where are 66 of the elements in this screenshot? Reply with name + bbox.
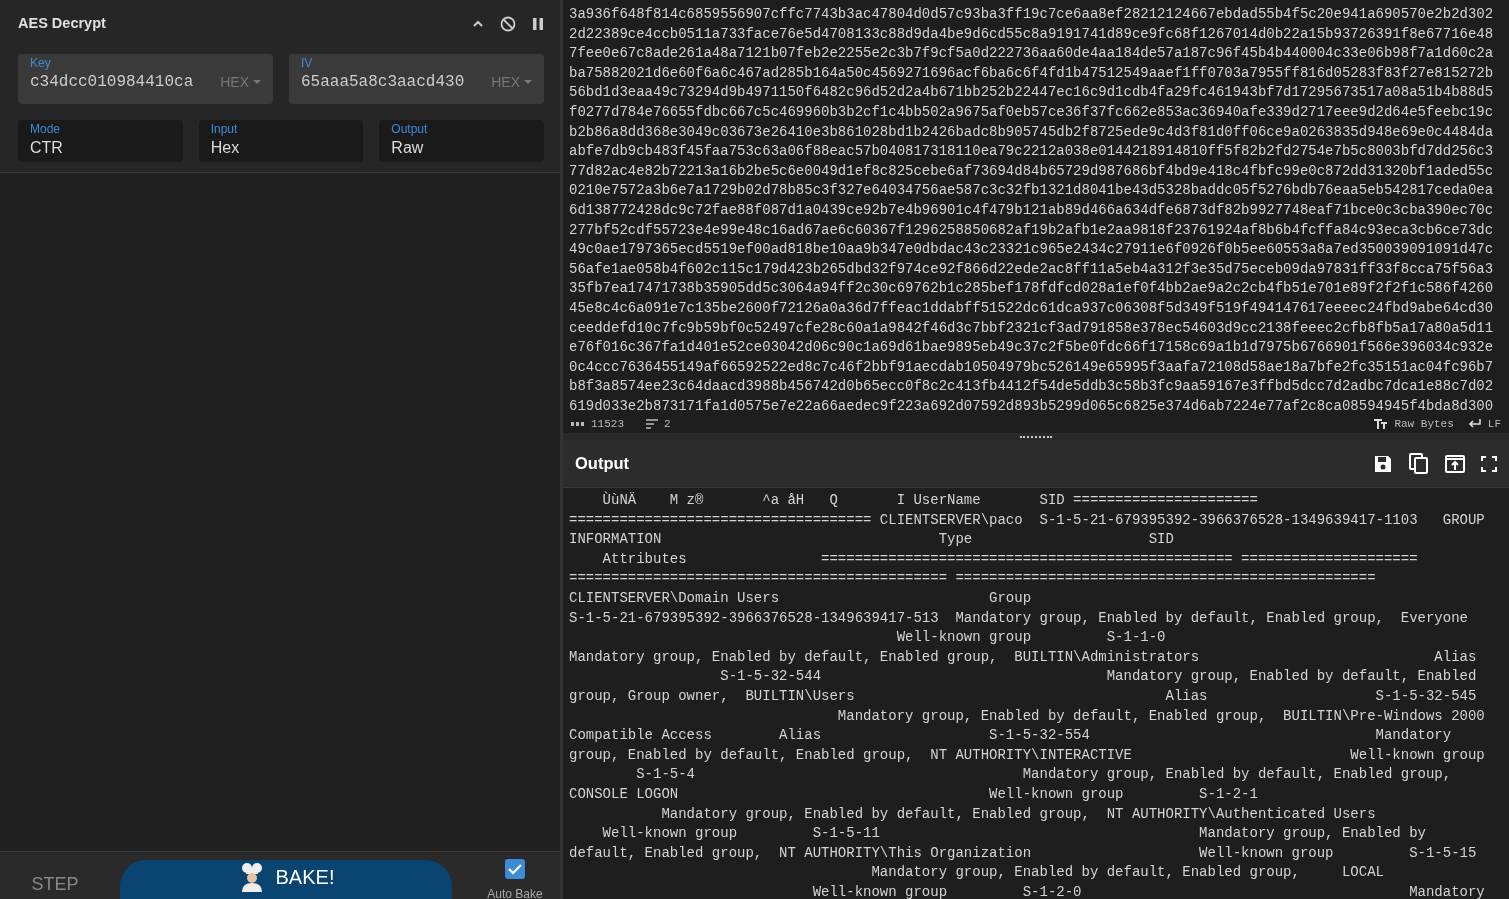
output-line: Mandatory group, Enabled by default, Enabled group, BUILTIN\Pre-Windows 2000 bbox=[836, 706, 1486, 726]
output-line: default, Enabled group, NT AUTHORITY\This Organization Well-known group S-1-5-15 bbox=[569, 843, 1478, 863]
auto-bake-label: Auto Bake bbox=[487, 885, 543, 899]
input-line: 35fb7ea17471738b35905dd5c3064a94ff2c30c69762b1c285bef178fdfcd028a1ef0f4bb2ae9a2c2cb4fb51e701e89f2f2f1c586f4260 bbox=[569, 279, 1495, 299]
input-line: b2b86a8dd368e3049c03673e26410e3b861028bd1b2426badc8b905745db2f8725ede9c4d3f81d0ff06ce9a0263835d948e69e0c4484da bbox=[569, 122, 1495, 142]
toggle-field[interactable]: IV 65aaa5a8c3aacd430 HEX bbox=[289, 54, 544, 104]
input-line: 49c0ae1797365ecd5519ef00ad818be10aa9b347e0dbdac43c23321c965e2434c27911e6f0926f0b5ee60553a8a7ed350039091091d47c bbox=[569, 240, 1495, 260]
input-line: 56bd1d3eaa49c73294d9b4971150f6482c96d52d2a4b671bb252b22447ec16c9d1cdb4fa29fc461943bf7d17295673517a08a51b4b88d5 bbox=[569, 83, 1495, 103]
input-line: 0210e7572a3b6e7a1729b02d78b85c3f327e64034756ae587c3c32fb1321d8041be43d5328baddc05f5276bdb76eaa5eb542817ceda0ea bbox=[569, 181, 1495, 201]
field-value: Hex bbox=[210, 138, 241, 158]
output-line: INFORMATION Type SID bbox=[569, 530, 1175, 550]
input-line: 619d033e2b873171fa1d0575e7e22a66aedec9f223a692d07592d893b5299d065c6825e374d6ab7224e77af2c8ca08594945f4bda8d300 bbox=[569, 396, 1495, 415]
output-line: group, Group owner, BUILTIN\Users Alias S-1-5-32-545 bbox=[569, 686, 1478, 706]
select-field[interactable]: Input Hex bbox=[198, 120, 364, 162]
field-label: Input bbox=[210, 122, 239, 136]
input-line: 277bf52cdf55723e4e99e48c16ad67ae6c60367f1296258850682af19b2afb1e2aa9818f23761924af8b6b4fcffa84c93eca3cb6ce73dc bbox=[569, 220, 1495, 240]
input-line: abfe7db9cb483f45faa753c63a06f88eac57b040817318110ea79c2212a038e0144218914810ff5f82b2fd2754e7b5c8003bfd7dd256c3 bbox=[569, 142, 1495, 162]
input-line: e76f016c367fa1d401e52ce03042d06c90c1a69d61bae9895eb49c37c2f5be0fdc66f17158c69a1b1d7975b6766901f566e396034c932e bbox=[569, 338, 1495, 358]
input-line: ba75882021d6e60f6a6c467ad285b164a50c4569271696acf6ba6c6f4fd1b47512549aaef1ff0703a7955ff816d05283f83f27e815272b bbox=[569, 63, 1495, 83]
field-value: Raw bbox=[391, 138, 425, 158]
output-line: Well-known group S-1-5-11 Mandatory group, Enabled by bbox=[601, 824, 1427, 844]
output-line: S-1-5-4 Mandatory group, Enabled by default, Enabled group, bbox=[635, 765, 1453, 785]
input-line: 7fee0e67c8ade261a48a7121b07feb2e2255e2c3b7f9cf5a0d222736aa60de4aa184de57a187c96f45b4b440004c33e06b98f7a1d60c2a bbox=[569, 44, 1495, 64]
input-line: 3a936f648f814c6859556907cffc7743b3ac47804d0d57c93ba3ff19c7ce6aa8ef28212124667ebdad55b4f5c20e941a690570e2b2d302 bbox=[569, 5, 1495, 24]
field-value: CTR bbox=[30, 138, 64, 158]
input-line: ceeddefd10c7fc9b59bf0c52497cfe28c60a1a9842f46d3c7bbf2321cf3ad791858e378ec54603d9cc2138feeec2cfb8fb5a17a80a5d11 bbox=[569, 318, 1495, 338]
input-line: b8f3a8574ee23c64daacd3988b456742d0b65ecc0f8c2c413fb4412f54de5ddb3c58b3fc9aa59167e3ffbd5dcc7d2adbc7dca1e88c7d02 bbox=[569, 377, 1495, 397]
input-line: 45e8c4c6a091e7c135be2600f72126a0a36d7ffeac1ddabff51522dc61dca937c06308f5d349f519f494147617eeeec24fbd9abe64cd30 bbox=[569, 298, 1495, 318]
output-line: CONSOLE LOGON Well-known group S-1-2-1 bbox=[569, 784, 1259, 804]
output-line: Mandatory group, Enabled by default, Enabled group, LOCAL bbox=[870, 863, 1385, 883]
select-field[interactable]: Output Raw bbox=[379, 120, 544, 162]
field-label: IV bbox=[301, 56, 314, 70]
input-line: 2d22389ce4ccb0511a733face76e5d4708133c88d9da4be9d6cd55c8a9191741d89ce9fc68f1267014d0b22a15b93726391f8e67716e48 bbox=[569, 24, 1495, 44]
input-line: 56afe1ae058b4f602c115c179d423b265dbd32f974ce92f866d22ede2ac8ff11a5eb4a312f3e35d75eceb09da97831ff33f8cca75f56a3 bbox=[569, 259, 1495, 279]
output-line: S-1-5-32-544 Mandatory group, Enabled by default, Enabled bbox=[719, 667, 1478, 687]
output-line: Mandatory group, Enabled by default, Enabled group, BUILTIN\Administrators Alias bbox=[569, 647, 1478, 667]
output-line: Well-known group S-1-1-0 bbox=[895, 628, 1167, 648]
field-value: 65aaa5a8c3aacd430 bbox=[301, 72, 465, 93]
input-length: 11523 bbox=[591, 416, 624, 432]
output-line: ============================================= ================================================== bbox=[569, 569, 1377, 589]
output-line: S-1-5-21-679395392-3966376528-1349639417-513 Mandatory group, Enabled by default, Enabled group, Everyone bbox=[569, 608, 1469, 628]
field-label: Key bbox=[30, 56, 52, 70]
output-line: Compatible Access Alias S-1-5-32-554 Mandatory bbox=[569, 726, 1453, 746]
output-line: ==================================== CLIENTSERVER\paco S-1-5-21-679395392-3966376528-1349639417-1103 GROUP bbox=[569, 510, 1486, 530]
field-value: c34dcc010984410ca bbox=[30, 72, 194, 93]
input-line: 0c4ccc7636455149af66592522ed8c7c46f2bbf91aecdab10504979bc526149e65995f3aafa72108d58ae18a7bfe2fc35151ac04fc96b7 bbox=[569, 357, 1495, 377]
input-line-count: 2 bbox=[664, 416, 671, 432]
output-title: Output bbox=[575, 453, 630, 475]
output-line: group, Enabled by default, Enabled group, NT AUTHORITY\INTERACTIVE Well-known group bbox=[569, 745, 1486, 765]
input-line: 6d138772428dc9c72fae88f087d1a0439ce92b7e4b96901c4f479b121ab89d466a634dfe6873df82b9927748eaf71bce0c3cba390ec70c bbox=[569, 200, 1495, 220]
field-label: Mode bbox=[30, 122, 62, 136]
encoding-selector[interactable]: Raw Bytes bbox=[1394, 415, 1454, 433]
input-line: f0277d784e76655fdbc667c5c469960b3b2cf1c4bb502a9675af0eb57ce36f37fc662e853ac36940afe339d2717eee9d2d64e5feebc19c bbox=[569, 102, 1495, 122]
output-line: ÙùNÄ M z® ^a åH Q I UserName SID ====================== bbox=[601, 491, 1259, 510]
output-line: Mandatory group, Enabled by default, Enabled group, NT AUTHORITY\Authenticated Users bbox=[660, 804, 1377, 824]
step-button[interactable]: STEP bbox=[8, 852, 102, 899]
output-line: CLIENTSERVER\Domain Users Group bbox=[569, 588, 1033, 608]
bake-button[interactable]: BAKE! bbox=[120, 859, 452, 899]
operation-title: AES Decrypt bbox=[18, 14, 106, 34]
output-line: Well-known group S-1-2-0 Mandatory bbox=[811, 882, 1486, 899]
output-line: Attributes ================================================= ===================== bbox=[601, 549, 1419, 569]
field-label: Output bbox=[391, 122, 429, 136]
select-field[interactable]: Mode CTR bbox=[18, 120, 183, 162]
input-line: 77d82ac4e82b72213a16b2be5c6e0049d1ef8c825cebe6af73694d84b65729d987686bf4bd9e418c4fbfc99e0c872dd31320bf1aded55c bbox=[569, 161, 1495, 181]
toggle-field[interactable]: Key c34dcc010984410ca HEX bbox=[18, 54, 273, 104]
line-ending-selector[interactable]: LF bbox=[1487, 415, 1501, 433]
